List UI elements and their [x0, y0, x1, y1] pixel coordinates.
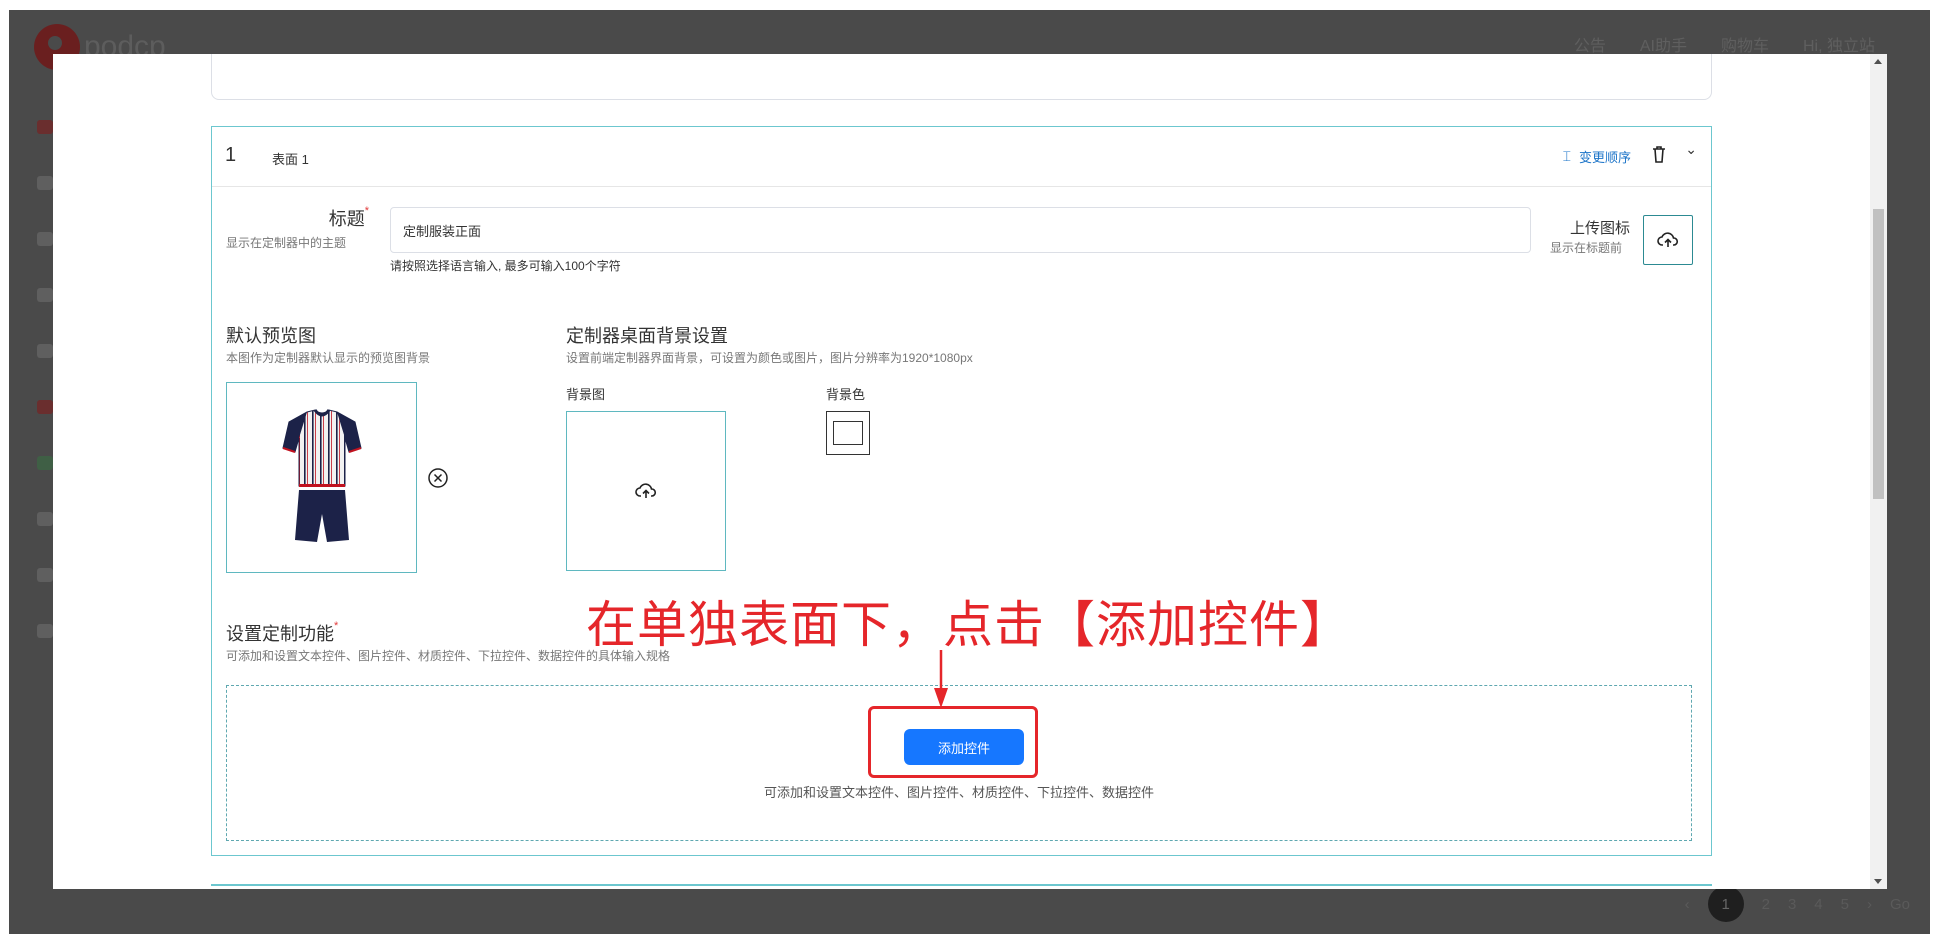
- title-input[interactable]: [390, 207, 1531, 253]
- scroll-thumb[interactable]: [1873, 209, 1884, 499]
- chevron-down-icon[interactable]: ⌄: [1685, 141, 1697, 158]
- pagination: ‹ 1 2 3 4 5 › Go: [1685, 886, 1910, 922]
- nav-ai-assistant: AI助手: [1639, 38, 1687, 55]
- pager-page: 4: [1814, 895, 1823, 913]
- reorder-label: 变更顺序: [1578, 150, 1631, 165]
- reorder-icon: ⌶: [1562, 148, 1571, 164]
- cloud-upload-icon: [1657, 232, 1679, 247]
- next-card: [211, 884, 1712, 889]
- controls-note: 可添加和设置文本控件、图片控件、材质控件、下拉控件、数据控件: [763, 785, 1154, 800]
- background-image-upload[interactable]: [566, 411, 726, 571]
- annotation-text: 在单独表面下，点击【添加控件】: [586, 596, 1351, 654]
- pager-page-current: 1: [1707, 886, 1744, 922]
- pager-page: 3: [1787, 895, 1797, 913]
- pager-next-icon: ›: [1866, 895, 1872, 913]
- sidebar-icon: [37, 232, 53, 246]
- pager-page: 5: [1840, 895, 1849, 913]
- required-mark: *: [364, 205, 369, 217]
- pager-prev-icon: ‹: [1684, 895, 1690, 913]
- default-preview-image[interactable]: [226, 382, 417, 573]
- customize-functions-title: 设置定制功能*: [226, 620, 338, 646]
- sidebar-icon: [37, 176, 53, 190]
- title-label: 标题*: [222, 205, 369, 231]
- title-hint: 显示在定制器中的主题: [226, 236, 347, 250]
- pager-page: 2: [1761, 895, 1770, 913]
- previous-card: [211, 54, 1712, 100]
- sidebar-icon: [37, 624, 53, 638]
- background-color-picker[interactable]: [826, 411, 870, 455]
- nav-user: Hi, 独立站: [1802, 38, 1875, 55]
- surface-header: 1 表面 1 ⌶ 变更顺序 ⌄: [212, 127, 1711, 187]
- surface-index: 1: [225, 144, 237, 166]
- cloud-upload-icon: [635, 483, 657, 498]
- sidebar-icon: [37, 120, 53, 134]
- annotation-arrow-icon: [934, 650, 948, 708]
- default-preview-hint: 本图作为定制器默认显示的预览图背景: [226, 351, 431, 365]
- upload-icon-hint: 显示在标题前: [1550, 241, 1623, 255]
- title-input-help: 请按照选择语言输入, 最多可输入100个字符: [390, 259, 621, 273]
- nav-cart: 购物车: [1720, 38, 1769, 55]
- jersey-kit-image: [281, 408, 362, 542]
- background-image-label: 背景图: [566, 387, 606, 402]
- default-preview-title: 默认预览图: [226, 326, 316, 346]
- customize-functions-title-text: 设置定制功能: [226, 624, 334, 644]
- background-settings-title: 定制器桌面背景设置: [566, 326, 728, 346]
- nav-announcement: 公告: [1573, 38, 1606, 55]
- sidebar-icon: [37, 400, 53, 414]
- background-color-label: 背景色: [826, 387, 866, 402]
- modal-scrollbar[interactable]: [1870, 54, 1887, 889]
- remove-image-icon[interactable]: [427, 467, 449, 489]
- sidebar-icon: [37, 568, 53, 582]
- title-label-text: 标题: [328, 209, 365, 229]
- trash-icon[interactable]: [1652, 145, 1666, 163]
- sidebar-icon: [37, 456, 53, 470]
- annotation-highlight-box: [868, 706, 1038, 778]
- sidebar-icon: [37, 344, 53, 358]
- upload-icon-label: 上传图标: [1570, 220, 1631, 237]
- surface-name: 表面 1: [272, 152, 309, 167]
- sidebar-icon: [37, 512, 53, 526]
- pager-go: Go: [1889, 895, 1910, 913]
- sidebar-icons: [37, 120, 53, 638]
- required-mark: *: [334, 620, 339, 632]
- color-swatch: [833, 421, 863, 445]
- reorder-link[interactable]: ⌶ 变更顺序: [1563, 147, 1631, 166]
- scroll-up-icon[interactable]: [1874, 59, 1882, 64]
- top-nav: 公告 AI助手 购物车 Hi, 独立站: [1574, 32, 1875, 56]
- scroll-down-icon[interactable]: [1874, 879, 1882, 884]
- sidebar-icon: [37, 288, 53, 302]
- background-settings-hint: 设置前端定制器界面背景，可设置为颜色或图片，图片分辨率为1920*1080px: [566, 351, 973, 365]
- upload-icon-button[interactable]: [1643, 215, 1693, 265]
